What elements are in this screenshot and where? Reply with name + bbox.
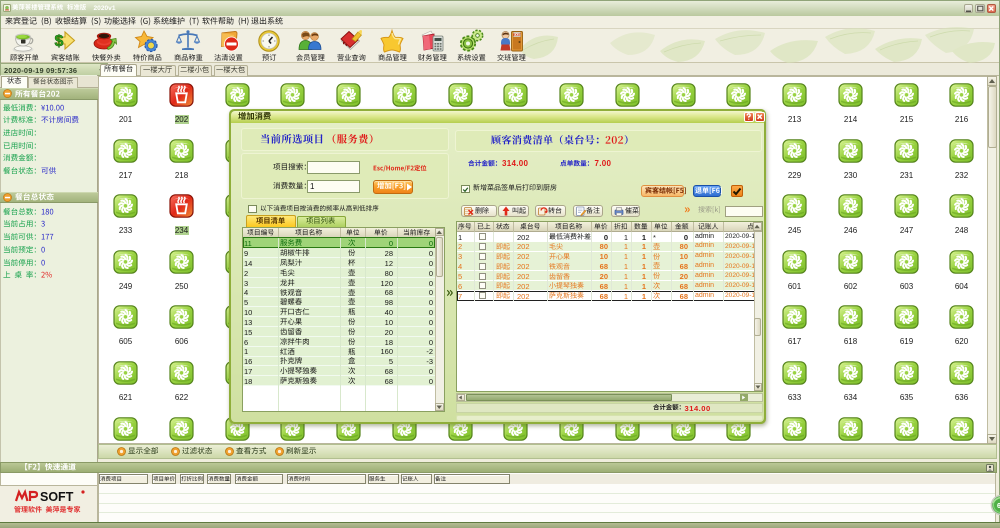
svg-text:EXIT: EXIT	[513, 33, 522, 37]
svg-text:$: $	[55, 33, 64, 50]
svg-text:SOFT: SOFT	[40, 490, 74, 504]
